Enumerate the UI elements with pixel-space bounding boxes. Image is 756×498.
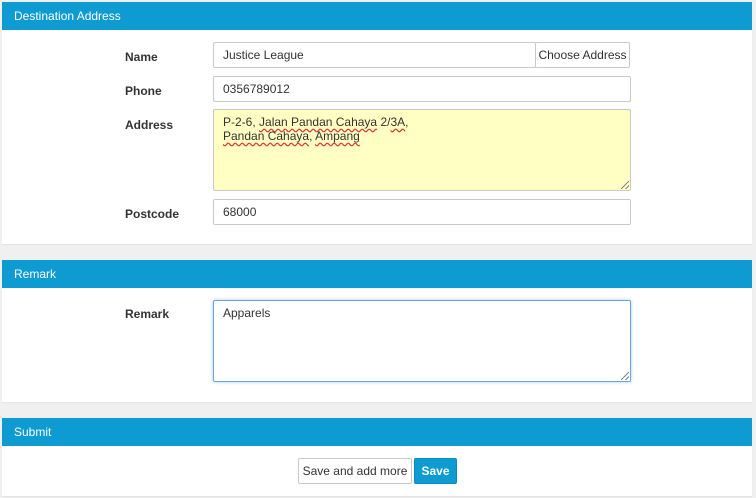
phone-label: Phone bbox=[125, 84, 162, 98]
address-line1-part: , bbox=[405, 115, 409, 129]
name-field[interactable]: Justice League bbox=[213, 42, 536, 68]
address-line1-unit: 3A bbox=[390, 115, 406, 129]
destination-address-panel: Destination Address Name Justice League … bbox=[2, 2, 752, 244]
address-line2-area: Pandan Cahaya bbox=[223, 129, 310, 143]
choose-address-button[interactable]: Choose Address bbox=[535, 42, 630, 68]
address-line1-street: Jalan Pandan Cahaya bbox=[259, 115, 378, 129]
postcode-label: Postcode bbox=[125, 207, 180, 221]
remark-heading: Remark bbox=[2, 260, 752, 288]
remark-textarea[interactable]: Apparels bbox=[213, 300, 631, 382]
address-line1-part: 2/ bbox=[377, 115, 391, 129]
phone-field[interactable]: 0356789012 bbox=[213, 76, 631, 102]
postcode-field[interactable]: 68000 bbox=[213, 199, 631, 225]
resize-grip-icon[interactable] bbox=[621, 181, 629, 189]
address-label: Address bbox=[125, 118, 174, 132]
remark-value: Apparels bbox=[223, 306, 271, 320]
resize-grip-icon[interactable] bbox=[621, 372, 629, 380]
submit-panel: Submit Save and add more Save bbox=[2, 418, 752, 496]
save-button[interactable]: Save bbox=[414, 458, 457, 484]
remark-label: Remark bbox=[125, 307, 170, 321]
remark-panel: Remark Remark Apparels bbox=[2, 260, 752, 402]
save-and-add-more-button[interactable]: Save and add more bbox=[298, 458, 412, 484]
name-label: Name bbox=[125, 50, 158, 64]
submit-heading: Submit bbox=[2, 418, 752, 446]
address-line1-part: P-2-6, bbox=[223, 115, 260, 129]
address-line2-city: Ampang bbox=[315, 129, 360, 143]
destination-address-heading: Destination Address bbox=[2, 2, 752, 30]
address-textarea[interactable]: P-2-6, Jalan Pandan Cahaya 2/3A, Pandan … bbox=[213, 109, 631, 191]
